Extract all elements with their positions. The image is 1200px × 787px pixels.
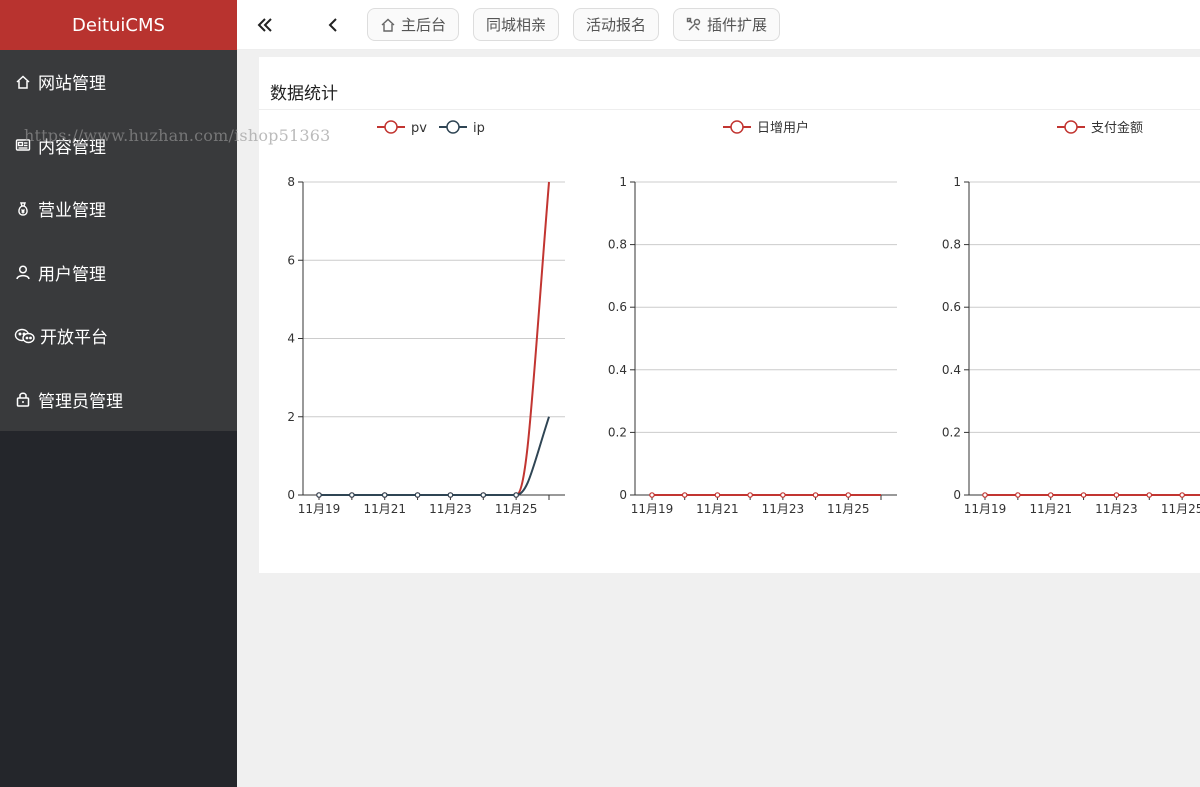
data-point: [1113, 492, 1120, 498]
legend-marker-日增用户: [730, 120, 744, 134]
x-tick-label: 11月19: [298, 502, 341, 516]
sidebar-item-label: 用户管理: [38, 264, 106, 285]
x-tick-label: 11月21: [696, 502, 739, 516]
series-line-ip: [318, 416, 550, 496]
sidebar-item-label: 网站管理: [38, 74, 106, 95]
data-point: [1080, 492, 1087, 498]
sidebar-item-label: 内容管理: [38, 137, 106, 158]
y-tick-label: 0.4: [942, 363, 961, 377]
data-point: [1146, 492, 1153, 498]
y-tick-label: 0.8: [608, 238, 627, 252]
legend-marker-支付金额: [1064, 120, 1078, 134]
data-point: [1047, 492, 1054, 498]
y-tick-label: 1: [619, 175, 627, 189]
data-point: [1015, 492, 1021, 498]
chevron-left-icon: [328, 17, 337, 32]
data-point: [513, 492, 519, 498]
tab-plugins[interactable]: 插件扩展: [673, 8, 781, 41]
data-point: [414, 492, 421, 498]
y-tick-label: 0: [619, 488, 627, 502]
y-tick-label: 1: [953, 175, 961, 189]
y-tick-label: 0.4: [608, 363, 627, 377]
home-icon: [380, 17, 396, 33]
y-tick-label: 8: [287, 175, 295, 189]
data-point: [982, 492, 988, 498]
data-point: [649, 492, 655, 498]
x-tick-label: 11月23: [762, 502, 805, 516]
lock-icon: [14, 390, 32, 408]
x-tick-label: 11月19: [631, 502, 674, 516]
legend-label-支付金额: 支付金额: [1091, 120, 1143, 136]
data-point: [780, 492, 786, 498]
sidebar-item-content[interactable]: 内容管理: [0, 114, 237, 178]
brand-logo[interactable]: DeituiCMS: [0, 0, 237, 50]
data-point: [447, 492, 454, 498]
y-tick-label: 0: [287, 488, 295, 502]
tab-label: 活动报名: [586, 16, 647, 34]
data-point: [480, 492, 487, 498]
data-point: [714, 492, 721, 498]
tab-label: 同城相亲: [486, 16, 547, 34]
y-tick-label: 0.2: [942, 425, 961, 439]
data-point: [381, 492, 388, 498]
sidebar-item-label: 管理员管理: [38, 391, 123, 412]
y-tick-label: 2: [287, 410, 295, 424]
wechat-icon: [14, 327, 36, 345]
data-point: [1179, 492, 1185, 498]
legend-label-日增用户: 日增用户: [757, 120, 809, 136]
tab-local-dating[interactable]: 同城相亲: [473, 8, 560, 41]
x-tick-label: 11月25: [827, 502, 870, 516]
sidebar-item-admins[interactable]: 管理员管理: [0, 368, 237, 432]
back-button[interactable]: [313, 5, 353, 45]
home-icon: [14, 73, 32, 91]
stats-charts: 0 2 4 6 8 11月19 11月21 11月23 11月25 pv ip 0 0.2 0.4 0.6 0…: [287, 120, 1200, 516]
x-tick-label: 11月21: [363, 502, 406, 516]
collapse-sidebar-button[interactable]: [245, 5, 285, 45]
x-tick-label: 11月19: [964, 502, 1007, 516]
data-point: [681, 492, 688, 498]
legend-label-pv: pv: [411, 121, 427, 136]
stats-card: 数据统计 0 2 4 6 8 11月19 11月21 11月23 11月25 pv ip 0 0.2 0.…: [259, 57, 1200, 573]
sidebar-item-label: 营业管理: [38, 201, 106, 222]
tab-label: 插件扩展: [707, 16, 768, 34]
x-tick-label: 11月23: [429, 502, 472, 516]
tab-label: 主后台: [401, 16, 447, 34]
tools-icon: [686, 17, 702, 33]
data-point: [812, 492, 819, 498]
news-icon: [14, 136, 32, 154]
legend-marker-pv: [384, 120, 398, 134]
data-point: [845, 492, 852, 498]
money-bag-icon: [14, 200, 32, 218]
data-point: [349, 492, 355, 498]
y-tick-label: 6: [287, 253, 295, 267]
tab-main-dashboard[interactable]: 主后台: [367, 8, 460, 41]
sidebar-item-website[interactable]: 网站管理: [0, 50, 237, 114]
x-tick-label: 11月23: [1095, 502, 1138, 516]
sidebar-menu: 网站管理 内容管理 营业管理 用户管理 开放平台 管理员管理: [0, 50, 237, 431]
sidebar: DeituiCMS 网站管理 内容管理 营业管理 用户管理 开放平台 管理员管理: [0, 0, 237, 787]
tab-event-signup[interactable]: 活动报名: [573, 8, 660, 41]
legend-label-ip: ip: [473, 121, 485, 136]
y-tick-label: 4: [287, 332, 295, 346]
sidebar-item-users[interactable]: 用户管理: [0, 241, 237, 305]
y-tick-label: 0.8: [942, 238, 961, 252]
sidebar-item-open-platform[interactable]: 开放平台: [0, 304, 237, 368]
user-icon: [14, 263, 32, 281]
x-tick-label: 11月21: [1029, 502, 1072, 516]
x-tick-label: 11月25: [495, 502, 538, 516]
legend-marker-ip: [446, 120, 460, 134]
x-tick-label: 11月25: [1161, 502, 1200, 516]
sidebar-item-business[interactable]: 营业管理: [0, 177, 237, 241]
y-tick-label: 0.2: [608, 425, 627, 439]
y-tick-label: 0.6: [942, 300, 961, 314]
sidebar-item-label: 开放平台: [40, 328, 108, 349]
y-tick-label: 0.6: [608, 300, 627, 314]
double-chevron-left-icon: [257, 17, 272, 32]
top-bar: 主后台 同城相亲 活动报名 插件扩展: [237, 0, 1200, 50]
data-point: [747, 492, 753, 498]
y-tick-label: 0: [953, 488, 961, 502]
data-point: [316, 492, 322, 498]
